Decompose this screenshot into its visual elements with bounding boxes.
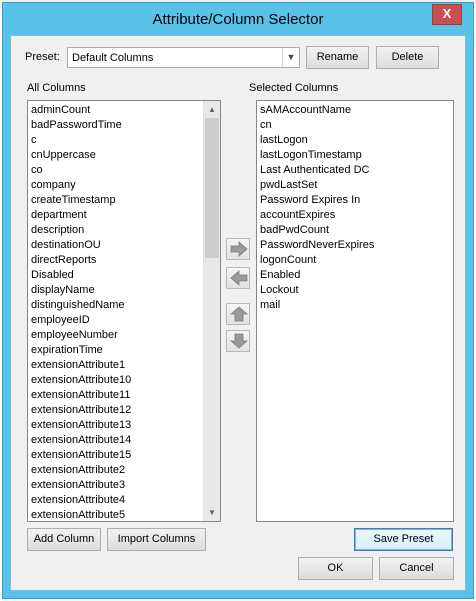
- list-item[interactable]: department: [31, 208, 131, 223]
- list-item[interactable]: employeeNumber: [31, 328, 131, 343]
- list-item[interactable]: adminCount: [31, 103, 131, 118]
- list-item[interactable]: c: [31, 133, 131, 148]
- list-item[interactable]: extensionAttribute12: [31, 403, 131, 418]
- all-columns-scrollbar[interactable]: ▲ ▼: [203, 101, 220, 521]
- list-item[interactable]: description: [31, 223, 131, 238]
- arrow-right-icon: [230, 241, 248, 257]
- move-up-button[interactable]: [226, 303, 250, 325]
- list-item[interactable]: extensionAttribute1: [31, 358, 131, 373]
- list-item[interactable]: logonCount: [260, 253, 374, 268]
- import-columns-button[interactable]: Import Columns: [107, 528, 206, 551]
- list-item[interactable]: extensionAttribute15: [31, 448, 131, 463]
- title-bar[interactable]: Attribute/Column Selector X: [3, 3, 473, 35]
- arrow-down-icon: [230, 333, 248, 349]
- list-item[interactable]: destinationOU: [31, 238, 131, 253]
- add-column-button[interactable]: Add Column: [27, 528, 101, 551]
- list-item[interactable]: extensionAttribute14: [31, 433, 131, 448]
- list-item[interactable]: directReports: [31, 253, 131, 268]
- delete-button[interactable]: Delete: [376, 46, 439, 69]
- list-item[interactable]: co: [31, 163, 131, 178]
- selected-columns-items: sAMAccountName cn lastLogon lastLogonTimest…: [260, 103, 374, 313]
- selected-columns-list[interactable]: sAMAccountName cn lastLogon lastLogonTimest…: [256, 100, 454, 522]
- scroll-thumb[interactable]: [205, 118, 219, 258]
- list-item[interactable]: badPwdCount: [260, 223, 374, 238]
- list-item[interactable]: lastLogon: [260, 133, 374, 148]
- preset-select-value: Default Columns: [72, 52, 154, 64]
- list-item[interactable]: Disabled: [31, 268, 131, 283]
- arrow-up-icon: [230, 306, 248, 322]
- list-item[interactable]: employeeID: [31, 313, 131, 328]
- dialog-title: Attribute/Column Selector: [152, 11, 324, 28]
- list-item[interactable]: cnUppercase: [31, 148, 131, 163]
- list-item[interactable]: displayName: [31, 283, 131, 298]
- list-item[interactable]: pwdLastSet: [260, 178, 374, 193]
- list-item[interactable]: cn: [260, 118, 374, 133]
- chevron-down-icon[interactable]: ▼: [282, 48, 299, 67]
- list-item[interactable]: extensionAttribute4: [31, 493, 131, 508]
- list-item[interactable]: Last Authenticated DC: [260, 163, 374, 178]
- list-item[interactable]: extensionAttribute10: [31, 373, 131, 388]
- all-columns-items: adminCount badPasswordTime c cnUppercase co c…: [31, 103, 131, 521]
- attribute-column-selector-dialog: Attribute/Column Selector X Preset: Defa…: [2, 2, 474, 599]
- all-columns-label: All Columns: [27, 82, 86, 94]
- list-item[interactable]: extensionAttribute13: [31, 418, 131, 433]
- selected-columns-label: Selected Columns: [249, 82, 339, 94]
- move-right-button[interactable]: [226, 238, 250, 260]
- dialog-body: Preset: Default Columns ▼ Rename Delete …: [10, 35, 466, 591]
- list-item[interactable]: distinguishedName: [31, 298, 131, 313]
- scroll-up-icon[interactable]: ▲: [204, 101, 220, 118]
- list-item[interactable]: badPasswordTime: [31, 118, 131, 133]
- list-item[interactable]: expirationTime: [31, 343, 131, 358]
- scroll-down-icon[interactable]: ▼: [204, 504, 220, 521]
- list-item[interactable]: mail: [260, 298, 374, 313]
- close-button[interactable]: X: [432, 4, 462, 25]
- list-item[interactable]: accountExpires: [260, 208, 374, 223]
- list-item[interactable]: extensionAttribute11: [31, 388, 131, 403]
- all-columns-list[interactable]: adminCount badPasswordTime c cnUppercase co c…: [27, 100, 221, 522]
- list-item[interactable]: sAMAccountName: [260, 103, 374, 118]
- list-item[interactable]: company: [31, 178, 131, 193]
- preset-select[interactable]: Default Columns ▼: [67, 47, 300, 68]
- rename-button[interactable]: Rename: [306, 46, 369, 69]
- list-item[interactable]: Password Expires In: [260, 193, 374, 208]
- list-item[interactable]: Enabled: [260, 268, 374, 283]
- cancel-button[interactable]: Cancel: [379, 557, 454, 580]
- list-item[interactable]: Lockout: [260, 283, 374, 298]
- move-down-button[interactable]: [226, 330, 250, 352]
- list-item[interactable]: extensionAttribute3: [31, 478, 131, 493]
- arrow-left-icon: [230, 270, 248, 286]
- move-left-button[interactable]: [226, 267, 250, 289]
- list-item[interactable]: createTimestamp: [31, 193, 131, 208]
- list-item[interactable]: extensionAttribute5: [31, 508, 131, 521]
- save-preset-button[interactable]: Save Preset: [354, 528, 453, 551]
- ok-button[interactable]: OK: [298, 557, 373, 580]
- list-item[interactable]: lastLogonTimestamp: [260, 148, 374, 163]
- preset-label: Preset:: [25, 51, 60, 63]
- list-item[interactable]: extensionAttribute2: [31, 463, 131, 478]
- list-item[interactable]: PasswordNeverExpires: [260, 238, 374, 253]
